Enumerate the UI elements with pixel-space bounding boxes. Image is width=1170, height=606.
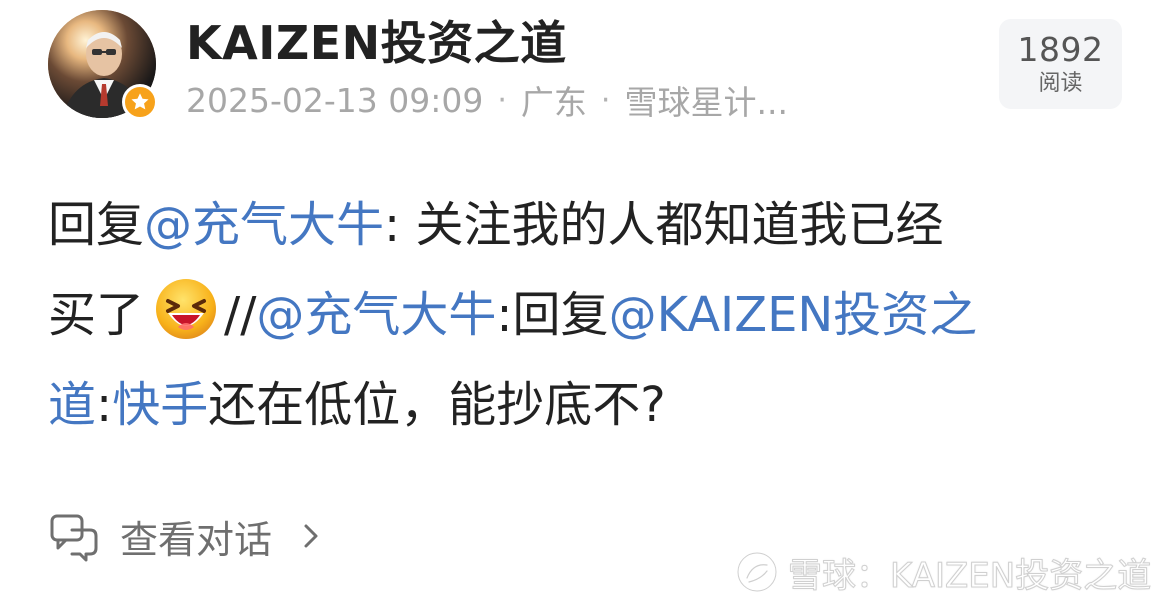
- reply-text: : 关注我的人都知道我已经: [384, 197, 944, 253]
- post-source[interactable]: 雪球星计...: [624, 76, 787, 124]
- read-count: 1892: [1017, 30, 1104, 69]
- post-line-1: 回复@充气大牛: 关注我的人都知道我已经: [48, 180, 1130, 270]
- view-conversation-button[interactable]: 查看对话: [48, 508, 322, 564]
- post-meta: 2025-02-13 09:09 · 广东 · 雪球星计...: [186, 76, 788, 124]
- grinning-squinting-face-icon: [154, 277, 218, 341]
- watermark: 雪球：KAIZEN投资之道: [736, 546, 1152, 598]
- mention-link-continued[interactable]: 道: [48, 377, 96, 433]
- reply-text: :: [96, 377, 113, 433]
- post-content: 回复@充气大牛: 关注我的人都知道我已经 买了 //@充气大牛:回复@KAIZE…: [48, 180, 1130, 450]
- stock-tag-link[interactable]: 快手: [112, 377, 208, 433]
- post-datetime: 2025-02-13 09:09: [186, 80, 484, 120]
- watermark-text: 雪球：KAIZEN投资之道: [787, 555, 1152, 596]
- view-conversation-label: 查看对话: [120, 517, 273, 562]
- read-count-card: 1892 阅读: [999, 19, 1122, 109]
- mention-link[interactable]: @充气大牛: [144, 197, 384, 253]
- chevron-right-icon: [304, 524, 318, 548]
- meta-separator-dot: ·: [497, 82, 507, 118]
- post-line-3: 道:快手还在低位，能抄底不?: [48, 360, 1130, 450]
- verified-badge: [122, 84, 158, 120]
- mention-link[interactable]: @KAIZEN投资之: [609, 287, 978, 343]
- post-location: 广东: [520, 83, 587, 122]
- reply-text: 还在低位，能抄底不?: [208, 377, 666, 433]
- meta-separator-dot: ·: [600, 82, 611, 118]
- chat-bubbles-icon: [50, 514, 98, 562]
- star-icon: [131, 93, 149, 110]
- post-line-2: 买了 //@充气大牛:回复@KAIZEN投资之: [48, 270, 1130, 360]
- author-name[interactable]: KAIZEN投资之道: [186, 14, 567, 72]
- xueqiu-logo-icon: [736, 551, 778, 593]
- read-label: 阅读: [1038, 71, 1083, 96]
- reply-text: :回复: [496, 287, 609, 343]
- post-card: KAIZEN投资之道 2025-02-13 09:09 · 广东 · 雪球星计.…: [0, 0, 1170, 606]
- forward-separator: //: [224, 287, 257, 343]
- reply-text: 买了: [48, 287, 145, 343]
- mention-link[interactable]: @充气大牛: [256, 287, 496, 343]
- reply-prefix: 回复: [48, 197, 145, 253]
